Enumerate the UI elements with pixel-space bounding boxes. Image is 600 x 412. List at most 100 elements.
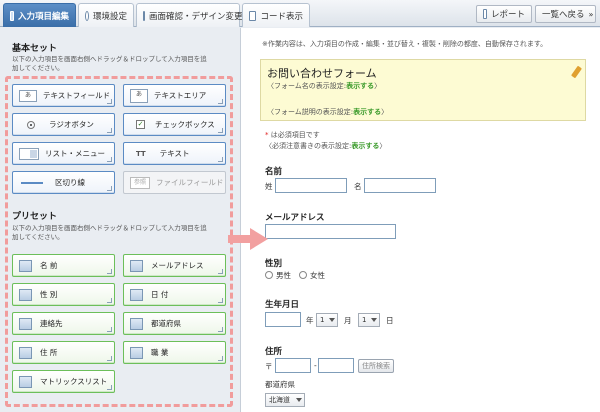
button-label: ファイルフィールド (156, 178, 224, 187)
postal-code-2-input[interactable] (318, 358, 354, 373)
separator-button[interactable]: 区切り線 (12, 171, 115, 194)
birth-day-select[interactable]: 1 (358, 313, 380, 327)
button-label: 住 所 (40, 348, 58, 357)
select-value: 1 (320, 316, 325, 324)
form-name-display-setting: 〈フォーム名の表示設定:表示する〉 (267, 81, 381, 91)
list-menu-button[interactable]: リスト・メニュー (12, 142, 115, 165)
resize-corner-icon (107, 157, 112, 162)
setting-suffix: 〉 (381, 108, 389, 116)
preset-email-button[interactable]: メールアドレス (123, 254, 226, 277)
form-title: お問い合わせフォーム (267, 67, 377, 80)
preset-prefecture-button[interactable]: 都道府県 (123, 312, 226, 335)
resize-corner-icon (107, 356, 112, 361)
first-name-input[interactable] (364, 178, 436, 193)
preset-name-button[interactable]: 名 前 (12, 254, 115, 277)
resize-corner-icon (107, 186, 112, 191)
preset-address-button[interactable]: 住 所 (12, 341, 115, 364)
radio-icon (27, 120, 35, 129)
gear-icon (85, 10, 89, 21)
preset-date-button[interactable]: 日 付 (123, 283, 226, 306)
top-tab-bar: 入力項目編集 環境設定 画面確認・デザイン変更 コード表示 レポート 一覧へ戻る… (0, 0, 600, 27)
text-field-button[interactable]: あ テキストフィールド (12, 84, 115, 107)
preset-contact-button[interactable]: 連絡先 (12, 312, 115, 335)
basic-set-desc: 以下の入力項目を画面右側へドラッグ＆ドロップして入力項目を追加してください。 (12, 55, 207, 72)
tab-edit-fields[interactable]: 入力項目編集 (3, 3, 76, 27)
tab-code[interactable]: コード表示 (242, 3, 310, 27)
postal-code-1-input[interactable] (275, 358, 311, 373)
file-field-icon: 参照 (130, 176, 150, 189)
text-area-button[interactable]: あ テキストエリア (123, 84, 226, 107)
code-icon (249, 10, 257, 21)
file-field-button: 参照 ファイルフィールド (123, 171, 226, 194)
address-search-button[interactable]: 住所検索 (358, 359, 394, 373)
setting-suffix: 〉 (374, 82, 382, 90)
email-field-label: メールアドレス (265, 213, 325, 223)
female-label: 女性 (310, 271, 325, 280)
back-label: 一覧へ戻る (542, 10, 585, 20)
contact-icon (19, 317, 32, 330)
preset-job-button[interactable]: 職 業 (123, 341, 226, 364)
back-to-list-button[interactable]: 一覧へ戻る » (535, 5, 596, 23)
checkbox-item[interactable]: ✓ チェックボックス (123, 113, 226, 136)
double-arrow-icon: » (588, 9, 594, 19)
preset-desc: 以下の入力項目を画面右側へドラッグ＆ドロップして入力項目を追加してください。 (12, 224, 207, 241)
text-icon: TT (136, 149, 146, 158)
button-label: 職 業 (151, 348, 169, 357)
form-preview: ※作業内容は、入力項目の作成・編集・並び替え・複製・削除の都度、自動保存されます… (241, 28, 600, 412)
mei-label: 名 (354, 182, 362, 191)
resize-corner-icon (218, 298, 223, 303)
tab-preview-design[interactable]: 画面確認・デザイン変更 (136, 3, 243, 27)
list-menu-icon (19, 147, 39, 160)
form-header[interactable]: お問い合わせフォーム 〈フォーム名の表示設定:表示する〉 〈フォーム説明の表示設… (260, 59, 586, 121)
pencil-icon[interactable] (571, 65, 582, 79)
checkbox-icon: ✓ (136, 120, 145, 129)
male-radio[interactable] (265, 271, 273, 279)
button-label: 区切り線 (55, 178, 85, 187)
resize-corner-icon (107, 269, 112, 274)
prefecture-label: 都道府県 (265, 380, 295, 389)
name-field-label: 名前 (265, 167, 283, 177)
button-label: 名 前 (40, 261, 58, 270)
gender-icon (19, 288, 32, 301)
field-palette: 基本セット 以下の入力項目を画面右側へドラッグ＆ドロップして入力項目を追加してく… (0, 28, 240, 412)
prefecture-select[interactable]: 北海道 (265, 393, 305, 407)
display-setting-value: 表示する (346, 82, 375, 90)
button-label: ラジオボタン (49, 120, 94, 129)
resize-corner-icon (107, 128, 112, 133)
basic-set-title: 基本セット (12, 44, 58, 54)
job-icon (130, 346, 143, 359)
setting-label: 〈フォーム名の表示設定: (267, 82, 347, 90)
postal-mark: 〒 (265, 362, 273, 371)
month-label: 月 (344, 316, 352, 325)
birth-month-select[interactable]: 1 (316, 313, 338, 327)
display-setting-value: 表示する (351, 142, 380, 150)
postal-separator: - (314, 361, 317, 370)
button-label: テキスト (159, 149, 190, 158)
preset-title: プリセット (12, 212, 58, 222)
preset-gender-button[interactable]: 性 別 (12, 283, 115, 306)
button-label: マトリックスリスト (40, 377, 108, 386)
setting-label: 〈必須注意書きの表示設定: (265, 142, 352, 150)
required-note-text: は必須項目です (270, 131, 320, 139)
email-input[interactable] (265, 224, 396, 239)
preset-matrix-button[interactable]: マトリックスリスト (12, 370, 115, 393)
birth-year-input[interactable] (265, 312, 301, 327)
sei-label: 姓 (265, 182, 273, 191)
text-area-icon: あ (130, 88, 148, 103)
tab-label: コード表示 (260, 11, 303, 22)
tab-settings[interactable]: 環境設定 (78, 3, 134, 27)
calendar-icon (130, 288, 143, 301)
text-button[interactable]: TT テキスト (123, 142, 226, 165)
display-setting-value: 表示する (353, 108, 382, 116)
last-name-input[interactable] (275, 178, 347, 193)
report-button[interactable]: レポート (476, 5, 532, 23)
resize-corner-icon (218, 157, 223, 162)
button-label: チェックボックス (155, 120, 215, 129)
setting-label: 〈フォーム説明の表示設定: (267, 108, 354, 116)
autosave-note: ※作業内容は、入力項目の作成・編集・並び替え・複製・削除の都度、自動保存されます… (262, 40, 548, 48)
house-icon (19, 346, 32, 359)
select-value: 北海道 (269, 396, 290, 404)
female-radio[interactable] (299, 271, 307, 279)
button-label: リスト・メニュー (45, 149, 105, 158)
radio-button-item[interactable]: ラジオボタン (12, 113, 115, 136)
